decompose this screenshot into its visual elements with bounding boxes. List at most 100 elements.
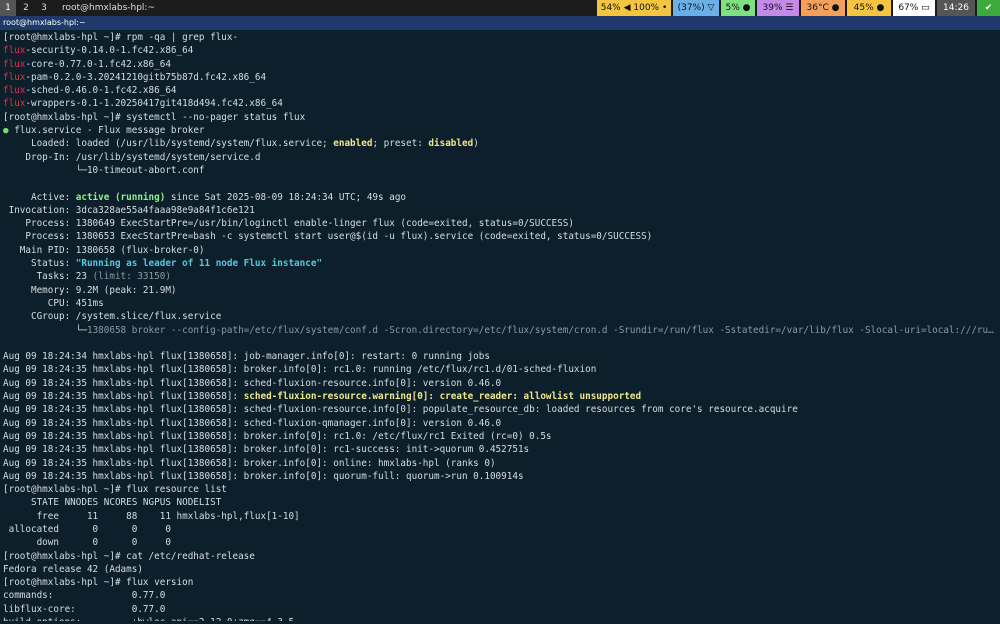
terminal-line: Aug 09 18:24:35 hmxlabs-hpl flux[1380658… [3,470,997,483]
terminal-text: Process: 1380649 ExecStartPre=/usr/bin/l… [3,218,574,230]
terminal-text: -core-0.77.0-1.fc42.x86_64 [25,58,171,70]
terminal-line: [root@hmxlabs-hpl ~]# flux version [3,576,997,589]
terminal-text: allocated 0 0 0 [3,523,171,535]
terminal-line: flux-security-0.14.0-1.fc42.x86_64 [3,44,997,57]
terminal-text: free 11 88 11 hmxlabs-hpl,flux[1-10] [3,510,300,522]
terminal-line: libflux-core: 0.77.0 [3,603,997,616]
terminal-text: [root@hmxlabs-hpl ~]# cat /etc/redhat-re… [3,550,255,562]
terminal-text: Aug 09 18:24:35 hmxlabs-hpl flux[1380658… [3,444,530,456]
terminal-titlebar[interactable]: root@hmxlabs-hpl:~ [0,16,1000,30]
workspace-2-button[interactable]: 2 [18,0,34,16]
terminal-line: CPU: 451ms [3,297,997,310]
terminal-line: STATE NNODES NCORES NGPUS NODELIST [3,496,997,509]
workspace-1-button[interactable]: 1 [0,0,16,16]
check-icon[interactable]: ✔ [977,0,1000,16]
terminal-line: Aug 09 18:24:35 hmxlabs-hpl flux[1380658… [3,377,997,390]
terminal-line: Loaded: loaded (/usr/lib/systemd/system/… [3,137,997,150]
terminal-text: -security-0.14.0-1.fc42.x86_64 [25,45,194,57]
terminal-text: Aug 09 18:24:35 hmxlabs-hpl flux[1380658… [3,430,552,442]
terminal-text: -pam-0.2.0-3.20241210gitb75b87d.fc42.x86… [25,71,267,83]
terminal-line: [root@hmxlabs-hpl ~]# rpm -qa | grep flu… [3,31,997,44]
terminal-text: Aug 09 18:24:35 hmxlabs-hpl flux[1380658… [3,457,496,469]
terminal-line: flux-core-0.77.0-1.fc42.x86_64 [3,58,997,71]
terminal-text: since Sat 2025-08-09 18:24:34 UTC; 49s a… [165,191,407,203]
terminal-text: (limit: 33150) [92,271,171,283]
terminal-line: Aug 09 18:24:35 hmxlabs-hpl flux[1380658… [3,457,997,470]
terminal-text: flux [3,58,26,70]
terminal-text: active (running) [75,191,166,203]
terminal-line: ● flux.service - Flux message broker [3,124,997,137]
volume-mic-module[interactable]: 54% ◀ 100% • [597,0,671,16]
cpu-module[interactable]: 5% ● [721,0,755,16]
terminal-line: Tasks: 23 (limit: 33150) [3,270,997,283]
terminal-line: down 0 0 0 [3,536,997,549]
terminal-text: Tasks: 23 [3,271,93,283]
terminal-line: └─10-timeout-abort.conf [3,164,997,177]
terminal-text: [root@hmxlabs-hpl ~]# flux version [3,577,194,589]
terminal-line: Aug 09 18:24:35 hmxlabs-hpl flux[1380658… [3,403,997,416]
terminal-text: libflux-core: 0.77.0 [3,603,166,615]
terminal-line: [root@hmxlabs-hpl ~]# cat /etc/redhat-re… [3,550,997,563]
terminal-text: Aug 09 18:24:35 hmxlabs-hpl flux[1380658… [3,377,502,389]
terminal-text: Loaded: loaded (/usr/lib/systemd/system/… [3,138,334,150]
terminal-text: └─ [3,324,87,336]
terminal-text: sched-fluxion-resource.warning[0]: creat… [243,391,642,403]
terminal-line: Status: "Running as leader of 11 node Fl… [3,257,997,270]
terminal-text: Aug 09 18:24:34 hmxlabs-hpl flux[1380658… [3,351,490,363]
terminal-text: flux [3,98,26,110]
terminal-text: Aug 09 18:24:35 hmxlabs-hpl flux[1380658… [3,391,244,403]
top-panel: 1 2 3 root@hmxlabs-hpl:~ 54% ◀ 100% • (3… [0,0,1000,16]
clock-module[interactable]: 14:26 [937,0,975,16]
terminal-text: flux.service - Flux message broker [8,125,205,137]
terminal-text: disabled [428,138,474,150]
terminal-text: 1380658 broker --config-path=/etc/flux/s… [86,324,994,336]
terminal-line: Aug 09 18:24:35 hmxlabs-hpl flux[1380658… [3,390,997,403]
terminal-line: Aug 09 18:24:34 hmxlabs-hpl flux[1380658… [3,350,997,363]
terminal-line: Aug 09 18:24:35 hmxlabs-hpl flux[1380658… [3,443,997,456]
terminal-text: Memory: 9.2M (peak: 21.9M) [3,284,177,296]
terminal-line: Fedora release 42 (Adams) [3,563,997,576]
terminal-text: -wrappers-0.1-1.20250417git418d494.fc42.… [25,98,283,110]
terminal-text: -sched-0.46.0-1.fc42.x86_64 [25,85,177,97]
terminal-text: Invocation: 3dca328ae55a4faaa98e9a84f1c6… [3,204,255,216]
terminal-text: enabled [333,138,373,150]
terminal-text: Aug 09 18:24:35 hmxlabs-hpl flux[1380658… [3,404,798,416]
terminal-line: └─1380658 broker --config-path=/etc/flux… [3,324,997,337]
terminal-line: Memory: 9.2M (peak: 21.9M) [3,284,997,297]
terminal-text: ) [473,138,479,150]
backlight-module[interactable]: 45% ● [847,0,891,16]
memory-module[interactable]: 39% ☰ [757,0,799,16]
terminal-output[interactable]: [root@hmxlabs-hpl ~]# rpm -qa | grep flu… [3,31,997,621]
terminal-text: flux [3,45,26,57]
terminal-title: root@hmxlabs-hpl:~ [3,18,86,27]
terminal-line: flux-sched-0.46.0-1.fc42.x86_64 [3,84,997,97]
terminal-text: [root@hmxlabs-hpl ~]# flux resource list [3,484,227,496]
terminal-text: Active: [3,191,76,203]
terminal-line: build-options: +hwloc.api==2.12.0+zmq==4… [3,616,997,621]
terminal-text: Drop-In: /usr/lib/systemd/system/service… [3,151,261,163]
terminal-line: Active: active (running) since Sat 2025-… [3,191,997,204]
terminal-text: ; preset: [372,138,429,150]
terminal-line: flux-pam-0.2.0-3.20241210gitb75b87d.fc42… [3,71,997,84]
terminal-line: [root@hmxlabs-hpl ~]# systemctl --no-pag… [3,111,997,124]
terminal-text: Status: [3,258,76,270]
wifi-module[interactable]: (37%) ▽ [673,0,719,16]
terminal-text: Fedora release 42 (Adams) [3,563,143,575]
focused-window-title: root@hmxlabs-hpl:~ [62,3,155,13]
terminal-text: Aug 09 18:24:35 hmxlabs-hpl flux[1380658… [3,364,597,376]
terminal-text: flux [3,85,26,97]
terminal-text: Process: 1380653 ExecStartPre=bash -c sy… [3,231,653,243]
terminal-text: [root@hmxlabs-hpl ~]# systemctl --no-pag… [3,111,306,123]
terminal-text: Aug 09 18:24:35 hmxlabs-hpl flux[1380658… [3,470,524,482]
terminal-text: "Running as leader of 11 node Flux insta… [75,258,323,270]
terminal-line: Process: 1380653 ExecStartPre=bash -c sy… [3,230,997,243]
terminal-line: commands: 0.77.0 [3,589,997,602]
terminal-text: └─10-timeout-abort.conf [3,164,205,176]
workspace-3-button[interactable]: 3 [36,0,52,16]
battery-module[interactable]: 67% ▭ [893,0,935,16]
terminal-line: [root@hmxlabs-hpl ~]# flux resource list [3,483,997,496]
temperature-module[interactable]: 36°C ● [801,0,845,16]
terminal-text: STATE NNODES NCORES NGPUS NODELIST [3,497,222,509]
